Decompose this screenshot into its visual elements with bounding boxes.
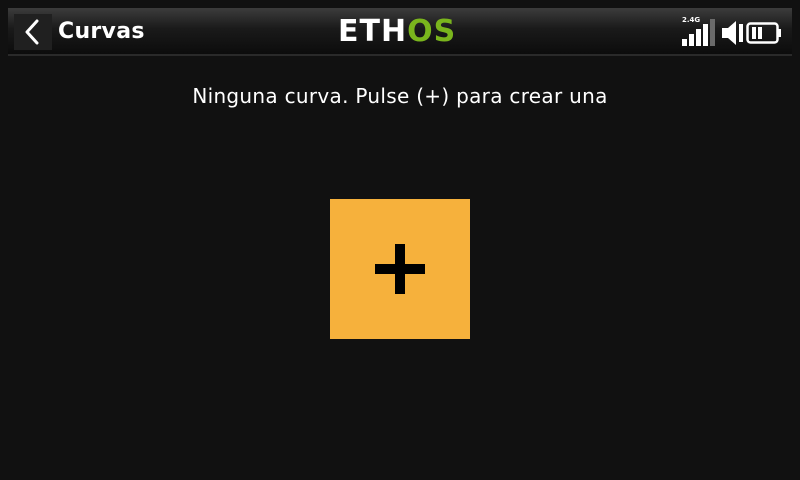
battery-icon <box>746 22 781 44</box>
logo-accent-text: OS <box>407 14 457 49</box>
empty-state-message: Ninguna curva. Pulse (+) para crear una <box>192 84 608 108</box>
back-button[interactable] <box>14 14 52 50</box>
status-icons: 2.4G <box>682 16 782 47</box>
chevron-left-icon <box>25 19 39 45</box>
header-bar: Curvas ETHOS 2.4G <box>8 8 792 56</box>
curves-screen: Curvas ETHOS 2.4G Ninguna curva. Pulse (… <box>0 0 800 480</box>
speaker-icon <box>722 21 743 45</box>
plus-icon <box>375 244 425 294</box>
page-title: Curvas <box>58 19 145 44</box>
add-curve-button[interactable] <box>330 199 470 339</box>
signal-bars-icon <box>682 19 715 46</box>
ethos-logo: ETHOS <box>338 16 456 48</box>
logo-main-text: ETH <box>338 14 408 49</box>
